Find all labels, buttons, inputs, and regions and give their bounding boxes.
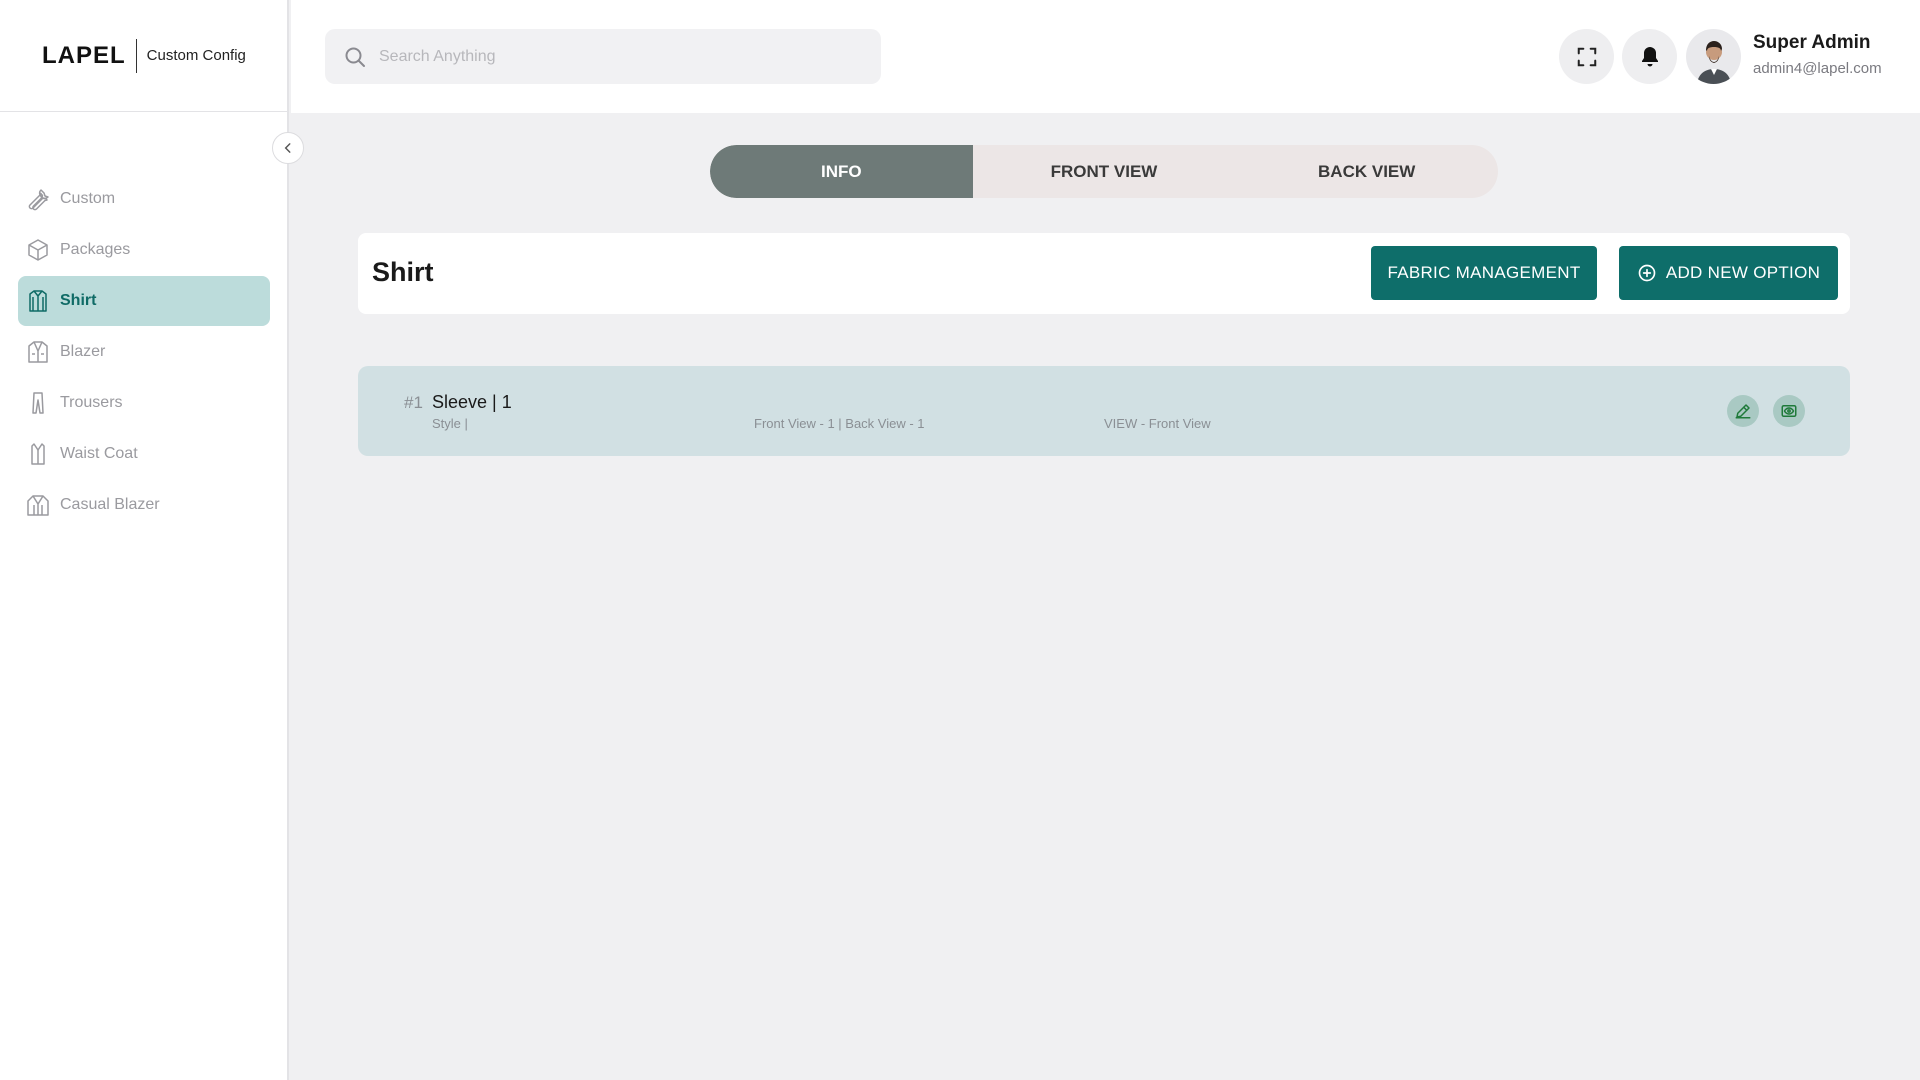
tab-info[interactable]: INFO bbox=[710, 145, 973, 198]
wrench-icon bbox=[28, 189, 49, 211]
trousers-icon bbox=[32, 392, 44, 414]
casual-blazer-icon bbox=[27, 495, 49, 516]
chevron-left-icon bbox=[284, 143, 291, 153]
sidebar-item-shirt[interactable]: Shirt bbox=[18, 276, 270, 326]
brand[interactable]: LAPEL Custom Config bbox=[0, 0, 287, 112]
top-header: Super Admin admin4@lapel.com bbox=[291, 0, 1920, 113]
brand-logo: LAPEL bbox=[42, 38, 137, 73]
user-info[interactable]: Super Admin admin4@lapel.com bbox=[1753, 32, 1882, 77]
view-option-button[interactable] bbox=[1773, 395, 1805, 427]
sidebar-nav: Custom Packages Shirt Blazer Trousers Wa… bbox=[18, 174, 270, 531]
sidebar-item-blazer[interactable]: Blazer bbox=[18, 327, 270, 377]
option-views: Front View - 1 | Back View - 1 bbox=[754, 416, 925, 431]
edit-option-button[interactable] bbox=[1727, 395, 1759, 427]
pencil-icon bbox=[1735, 404, 1751, 419]
sidebar-item-label: Blazer bbox=[60, 343, 106, 360]
sidebar-item-waist-coat[interactable]: Waist Coat bbox=[18, 429, 270, 479]
fabric-management-button[interactable]: FABRIC MANAGEMENT bbox=[1371, 246, 1597, 300]
user-name: Super Admin bbox=[1753, 32, 1871, 53]
box-icon bbox=[28, 239, 48, 261]
list-item[interactable]: #1 Sleeve | 1 Style | Front View - 1 | B… bbox=[358, 366, 1850, 456]
blazer-icon bbox=[28, 341, 48, 363]
sidebar-item-custom[interactable]: Custom bbox=[18, 174, 270, 224]
user-avatar-icon bbox=[1696, 41, 1731, 84]
search-bar[interactable] bbox=[325, 29, 881, 84]
notifications-button[interactable] bbox=[1622, 29, 1677, 84]
title-card: Shirt FABRIC MANAGEMENT ADD NEW OPTION bbox=[358, 233, 1850, 314]
shirt-icon bbox=[29, 290, 47, 312]
sidebar-item-label: Casual Blazer bbox=[60, 496, 160, 513]
option-index: #1 bbox=[404, 393, 423, 412]
sidebar-item-casual-blazer[interactable]: Casual Blazer bbox=[18, 480, 270, 530]
tab-front-view[interactable]: FRONT VIEW bbox=[973, 145, 1236, 198]
fullscreen-button[interactable] bbox=[1559, 29, 1614, 84]
sidebar-item-label: Shirt bbox=[60, 292, 97, 309]
eye-icon bbox=[1781, 405, 1797, 417]
sidebar: LAPEL Custom Config Custom Packages Shir… bbox=[0, 0, 289, 1080]
option-view-label: VIEW - Front View bbox=[1104, 416, 1211, 431]
tab-back-view[interactable]: BACK VIEW bbox=[1235, 145, 1498, 198]
search-icon bbox=[345, 47, 365, 67]
sidebar-item-packages[interactable]: Packages bbox=[18, 225, 270, 275]
search-input[interactable] bbox=[379, 47, 859, 66]
sidebar-item-trousers[interactable]: Trousers bbox=[18, 378, 270, 428]
option-title: Sleeve | 1 bbox=[432, 392, 512, 412]
add-new-option-label: ADD NEW OPTION bbox=[1665, 263, 1821, 282]
plus-circle-icon bbox=[1638, 264, 1656, 282]
sidebar-item-label: Waist Coat bbox=[60, 445, 138, 462]
option-style: Style | bbox=[432, 416, 468, 431]
view-tabs: INFO FRONT VIEW BACK VIEW bbox=[710, 145, 1498, 198]
avatar[interactable] bbox=[1686, 29, 1741, 84]
sidebar-item-label: Trousers bbox=[60, 394, 123, 411]
page-title: Shirt bbox=[372, 257, 434, 287]
user-email: admin4@lapel.com bbox=[1753, 60, 1882, 77]
sidebar-item-label: Custom bbox=[60, 190, 116, 207]
add-new-option-button[interactable]: ADD NEW OPTION bbox=[1619, 246, 1838, 300]
waistcoat-icon bbox=[31, 443, 45, 465]
fullscreen-icon bbox=[1577, 47, 1596, 66]
bell-icon bbox=[1641, 46, 1658, 66]
sidebar-collapse-button[interactable] bbox=[272, 132, 304, 164]
fabric-management-label: FABRIC MANAGEMENT bbox=[1387, 263, 1581, 282]
brand-subtitle: Custom Config bbox=[146, 47, 246, 64]
sidebar-item-label: Packages bbox=[60, 241, 131, 258]
